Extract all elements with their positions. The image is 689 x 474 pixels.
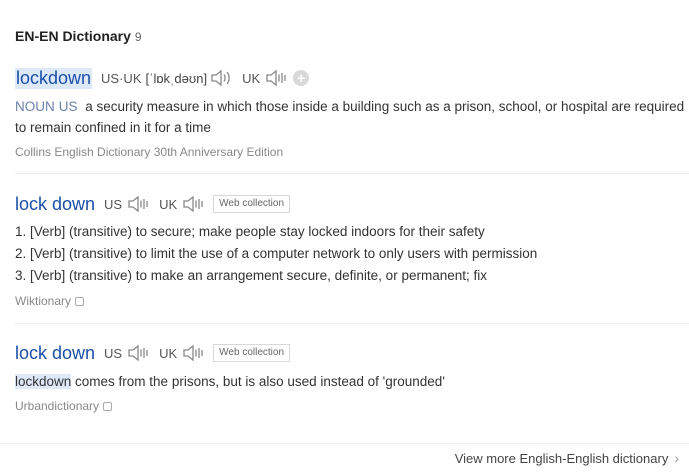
divider	[15, 323, 689, 324]
section-title-text: EN-EN Dictionary	[15, 28, 131, 44]
definition: NOUN US a security measure in which those…	[15, 96, 689, 138]
external-link-icon[interactable]	[75, 296, 85, 306]
entry-headline: lock down US UK Web collection	[15, 341, 689, 365]
definition-text: a security measure in which those inside…	[15, 99, 685, 135]
definition-text: comes from the prisons, but is also used…	[71, 374, 445, 389]
entry-lockdown: lockdown US·UK [ˈlɒkˌdəʊn] UK + NOUN US a…	[15, 66, 689, 159]
headword[interactable]: lock down	[15, 343, 95, 364]
pronunciation-us: US	[104, 344, 150, 362]
region-label-uk: UK	[159, 196, 178, 212]
pronunciation-uk: UK	[159, 344, 205, 362]
view-more-link[interactable]: View more English-English dictionary ›	[455, 450, 679, 466]
divider	[15, 173, 689, 174]
sense-item: 3. [Verb] (transitive) to make an arrang…	[15, 268, 487, 283]
speaker-icon[interactable]	[126, 344, 150, 362]
region-label-us: US	[104, 196, 123, 212]
pronunciation: US·UK [ˈlɒkˌdəʊn]	[101, 69, 233, 87]
pronunciation-uk: UK	[159, 195, 205, 213]
source-text: Collins English Dictionary 30th Annivers…	[15, 145, 284, 159]
web-collection-tag: Web collection	[213, 195, 291, 213]
entry-headline: lock down US UK Web collection	[15, 192, 689, 216]
web-collection-tag: Web collection	[213, 344, 291, 362]
pos-region: US	[58, 99, 78, 114]
definition: lockdown comes from the prisons, but is …	[15, 371, 689, 392]
sense-list: 1. [Verb] (transitive) to secure; make p…	[15, 221, 689, 287]
speaker-icon[interactable]	[209, 69, 233, 87]
ipa-text: [ˈlɒkˌdəʊn]	[145, 70, 208, 86]
pronunciation-us: US	[104, 195, 150, 213]
pronunciation-uk: UK	[242, 69, 288, 87]
source: Wiktionary	[15, 294, 689, 308]
region-label-uk: UK	[159, 345, 178, 361]
plus-icon[interactable]: +	[293, 70, 310, 86]
entry-headline: lockdown US·UK [ˈlɒkˌdəʊn] UK +	[15, 66, 689, 90]
sense-item: 2. [Verb] (transitive) to limit the use …	[15, 246, 538, 261]
region-label: US·UK	[101, 70, 142, 86]
part-of-speech: NOUN	[15, 99, 55, 114]
speaker-icon[interactable]	[181, 195, 205, 213]
chevron-right-icon: ›	[674, 450, 679, 466]
headword[interactable]: lock down	[15, 194, 95, 215]
speaker-icon[interactable]	[181, 344, 205, 362]
speaker-icon[interactable]	[264, 69, 288, 87]
speaker-icon[interactable]	[126, 195, 150, 213]
region-label-uk: UK	[242, 70, 261, 86]
entry-lock-down-wiktionary: lock down US UK Web collection 1. [Verb]…	[15, 192, 689, 309]
entry-count: 9	[134, 30, 142, 44]
source: Collins English Dictionary 30th Annivers…	[15, 145, 689, 159]
divider	[0, 443, 689, 444]
headword[interactable]: lockdown	[15, 67, 93, 89]
source-text: Wiktionary	[15, 294, 72, 308]
source: Urbandictionary	[15, 399, 689, 413]
source-text: Urbandictionary	[15, 399, 100, 413]
view-more-text[interactable]: View more English-English dictionary	[455, 451, 669, 466]
sense-item: 1. [Verb] (transitive) to secure; make p…	[15, 224, 485, 239]
external-link-icon[interactable]	[103, 401, 113, 411]
section-title: EN-EN Dictionary 9	[15, 28, 142, 44]
highlighted-word: lockdown	[15, 374, 72, 389]
entry-lock-down-urban: lock down US UK Web collection lockdown …	[15, 341, 689, 413]
region-label-us: US	[104, 345, 123, 361]
